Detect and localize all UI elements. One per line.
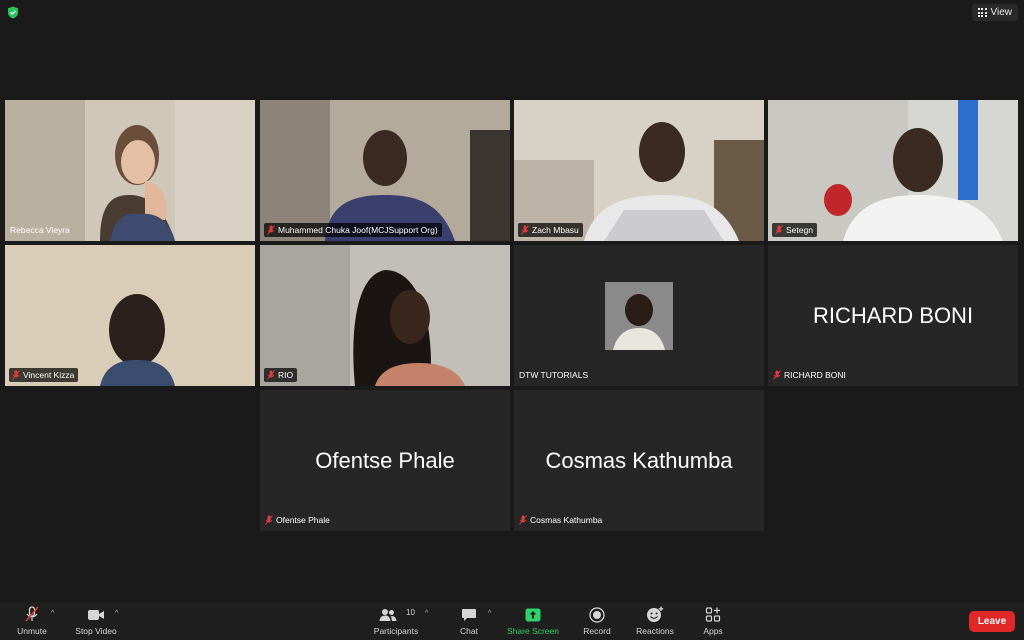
video-camera-icon <box>88 610 104 620</box>
video-tile-vincent-kizza[interactable]: Vincent Kizza <box>5 245 255 386</box>
video-tile-muhammed-chuka-joof[interactable]: Muhammed Chuka Joof(MCJSupport Org) <box>260 100 510 241</box>
video-tile-rio[interactable]: RIO <box>260 245 510 386</box>
mic-muted-icon <box>267 225 275 235</box>
participant-name-tag: DTW TUTORIALS <box>518 368 592 382</box>
apps-label: Apps <box>703 626 723 636</box>
audio-options-chevron-icon[interactable]: ^ <box>51 610 54 617</box>
record-button[interactable]: Record <box>579 602 615 640</box>
participants-count: 10 <box>406 608 415 617</box>
participant-name: Muhammed Chuka Joof(MCJSupport Org) <box>278 225 438 235</box>
participant-name: Vincent Kizza <box>23 370 75 380</box>
participant-video <box>514 100 764 241</box>
leave-button[interactable]: Leave <box>969 611 1015 632</box>
video-tile-dtw-tutorials[interactable]: DTW TUTORIALS <box>514 245 764 386</box>
participant-name-tag: Vincent Kizza <box>9 368 79 382</box>
participant-name-tag: Setegn <box>772 223 817 237</box>
reactions-label: Reactions <box>636 626 674 636</box>
participant-name-tag: RIO <box>264 368 298 382</box>
participant-video <box>260 100 510 241</box>
shield-check-icon[interactable] <box>7 6 19 19</box>
stop-video-label: Stop Video <box>75 626 117 636</box>
record-icon <box>589 607 605 623</box>
participant-name: Rebecca Vieyra <box>10 225 70 235</box>
participant-display-name: Ofentse Phale <box>315 447 455 473</box>
participants-label: Participants <box>373 626 419 636</box>
participant-name-tag: Zach Mbasu <box>518 223 583 237</box>
participant-name: DTW TUTORIALS <box>519 370 589 380</box>
chat-bubble-icon <box>462 609 476 621</box>
mic-muted-icon <box>265 515 273 525</box>
unmute-button[interactable]: Unmute <box>12 602 52 640</box>
unmute-label: Unmute <box>17 626 47 636</box>
video-tile-rebecca-vieyra[interactable]: Rebecca Vieyra <box>5 100 255 241</box>
profile-picture <box>605 282 673 350</box>
share-screen-icon <box>525 608 541 622</box>
participants-options-chevron-icon[interactable]: ^ <box>425 610 428 617</box>
participant-name: Setegn <box>786 225 813 235</box>
participant-name: Ofentse Phale <box>276 515 330 525</box>
participant-video <box>768 100 1018 241</box>
video-tile-richard-boni[interactable]: RICHARD BONI RICHARD BONI <box>768 245 1018 386</box>
video-options-chevron-icon[interactable]: ^ <box>115 610 118 617</box>
meeting-toolbar: Unmute ^ Stop Video ^ Participants 10 ^ … <box>0 602 1024 640</box>
video-tile-zach-mbasu[interactable]: Zach Mbasu <box>514 100 764 241</box>
reactions-button[interactable]: Reactions <box>632 602 678 640</box>
participant-name: Zach Mbasu <box>532 225 579 235</box>
mic-muted-icon <box>267 370 275 380</box>
participant-display-name: RICHARD BONI <box>812 302 974 328</box>
participants-icon <box>379 609 397 621</box>
mic-muted-icon <box>773 370 781 380</box>
apps-button[interactable]: Apps <box>698 602 728 640</box>
smiley-add-icon <box>647 606 664 622</box>
video-tile-setegn[interactable]: Setegn <box>768 100 1018 241</box>
view-label: View <box>990 7 1013 18</box>
video-tile-cosmas-kathumba[interactable]: Cosmas Kathumba Cosmas Kathumba <box>514 390 764 531</box>
chat-label: Chat <box>460 626 478 636</box>
top-bar: View <box>0 0 1024 26</box>
mic-muted-icon <box>25 606 39 622</box>
stop-video-button[interactable]: Stop Video <box>70 602 122 640</box>
participant-video <box>260 245 510 386</box>
participant-display-name: Cosmas Kathumba <box>545 447 733 473</box>
participant-name: RICHARD BONI <box>784 370 846 380</box>
chat-options-chevron-icon[interactable]: ^ <box>488 610 491 617</box>
apps-icon <box>705 607 721 622</box>
video-tile-ofentse-phale[interactable]: Ofentse Phale Ofentse Phale <box>260 390 510 531</box>
mic-muted-icon <box>519 515 527 525</box>
participant-name-tag: Ofentse Phale <box>264 513 334 527</box>
share-screen-button[interactable]: Share Screen <box>504 602 562 640</box>
participant-name: Cosmas Kathumba <box>530 515 603 525</box>
mic-muted-icon <box>12 370 20 380</box>
participant-video <box>5 100 255 241</box>
participant-name: RIO <box>278 370 294 380</box>
chat-button[interactable]: Chat <box>455 602 483 640</box>
mic-muted-icon <box>775 225 783 235</box>
participant-name-tag: RICHARD BONI <box>772 368 850 382</box>
participant-name-tag: Rebecca Vieyra <box>9 223 74 237</box>
grid-icon <box>977 8 987 17</box>
participant-name-tag: Muhammed Chuka Joof(MCJSupport Org) <box>264 223 442 237</box>
participants-button[interactable]: Participants <box>368 602 424 640</box>
mic-muted-icon <box>521 225 529 235</box>
record-label: Record <box>583 626 611 636</box>
participant-name-tag: Cosmas Kathumba <box>518 513 606 527</box>
view-button[interactable]: View <box>971 4 1018 21</box>
participant-video <box>5 245 255 386</box>
share-screen-label: Share Screen <box>507 626 559 636</box>
